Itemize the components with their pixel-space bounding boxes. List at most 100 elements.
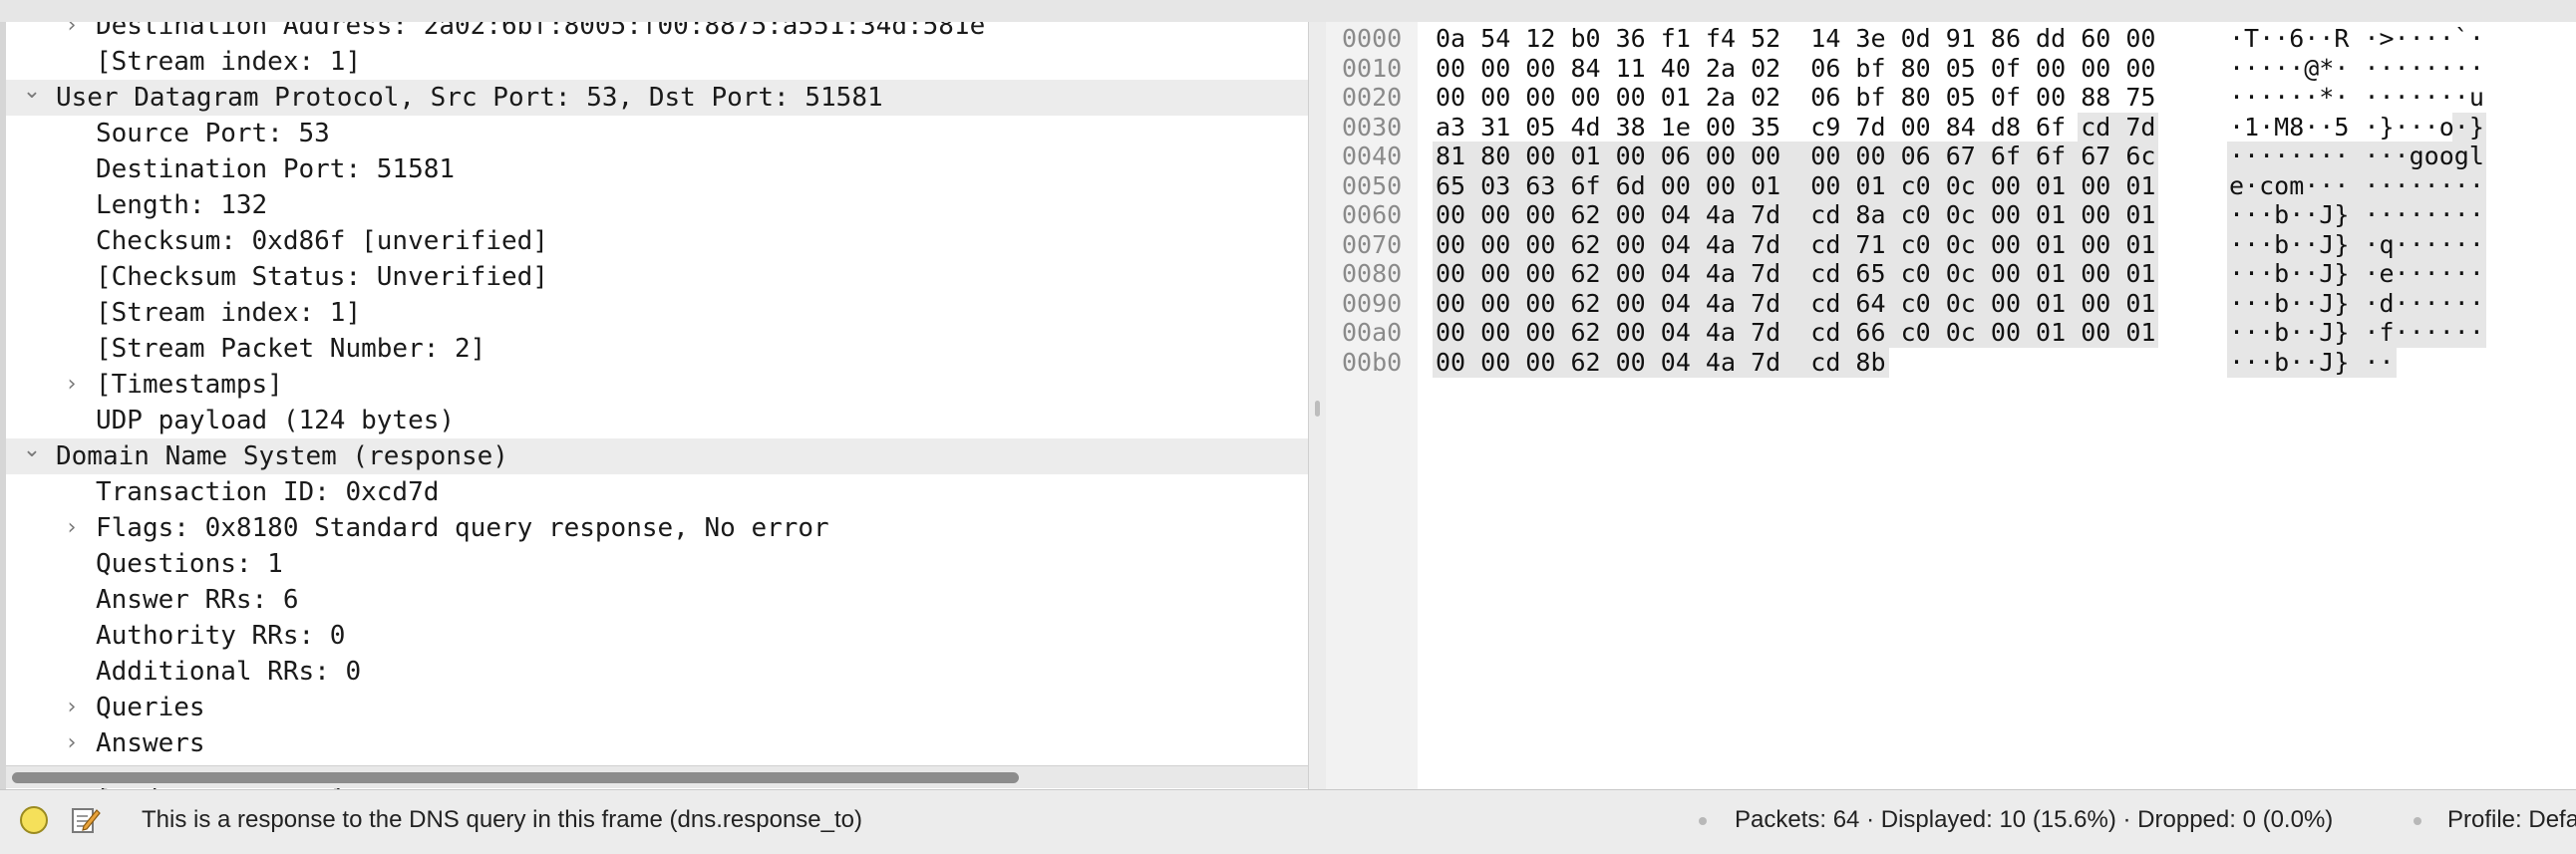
packet-counts: Packets: 64 · Displayed: 10 (15.6%) · Dr… xyxy=(1735,806,2334,833)
tree-field-row[interactable]: Additional RRs: 0 xyxy=(6,654,1308,690)
tree-field-row[interactable]: [Stream index: 1] xyxy=(6,295,1308,331)
tree-row-label: Additional RRs: 0 xyxy=(96,657,362,687)
byte-row[interactable]: 0000 0a 54 12 b0 36 f1 f4 52 14 3e 0d 91 … xyxy=(1326,24,2576,54)
packet-details-tree[interactable]: › Destination Address: 2a02:6bf:8005:f00:… xyxy=(6,22,1308,789)
profile-label[interactable]: Profile: Default xyxy=(2447,805,2576,835)
ascii-text: ·1·M8··5 ·}···o·} xyxy=(2229,112,2484,142)
expert-info-indicator-icon[interactable] xyxy=(20,806,48,834)
byte-offset: 0020 xyxy=(1342,83,1403,112)
tree-field-row[interactable]: › Queries xyxy=(6,690,1308,725)
tree-field-row[interactable]: Questions: 1 xyxy=(6,546,1308,582)
ascii-text: ···b··J} ········ xyxy=(2229,200,2484,229)
tree-row-label: [Checksum Status: Unverified] xyxy=(96,262,548,292)
wireshark-window: › Destination Address: 2a02:6bf:8005:f00:… xyxy=(0,0,2576,854)
byte-row[interactable]: 0030 a3 31 05 4d 38 1e 00 35 c9 7d 00 84 … xyxy=(1326,113,2576,142)
tree-field-row[interactable]: Checksum: 0xd86f [unverified] xyxy=(6,223,1308,259)
pane-splitter[interactable] xyxy=(1308,22,1328,789)
tree-field-row[interactable]: UDP payload (124 bytes) xyxy=(6,403,1308,438)
tree-field-row[interactable]: Authority RRs: 0 xyxy=(6,618,1308,654)
scrollbar-thumb[interactable] xyxy=(12,772,1019,783)
tree-field-row[interactable]: › Destination Address: 2a02:6bf:8005:f00:… xyxy=(6,22,1308,44)
byte-offset: 0070 xyxy=(1342,229,1403,259)
tree-field-row[interactable]: Answer RRs: 6 xyxy=(6,582,1308,618)
byte-row[interactable]: 0020 00 00 00 00 00 01 2a 02 06 bf 80 05 … xyxy=(1326,83,2576,113)
byte-offset: 0050 xyxy=(1342,170,1403,200)
chevron-down-icon[interactable]: ⌄ xyxy=(20,74,44,110)
pane-top-border xyxy=(0,0,2576,23)
ascii-text: ···b··J} ·e······ xyxy=(2229,259,2484,288)
hex-bytes: 00 00 00 62 00 04 4a 7d cd 66 c0 0c 00 0… xyxy=(1436,318,2156,347)
hex-bytes: 65 03 63 6f 6d 00 00 01 00 01 c0 0c 00 0… xyxy=(1436,170,2156,200)
chevron-right-icon[interactable]: › xyxy=(60,690,84,725)
details-horizontal-scrollbar[interactable] xyxy=(6,765,1308,788)
tree-row-label: Questions: 1 xyxy=(96,549,283,579)
byte-row[interactable]: 0090 00 00 00 62 00 04 4a 7d cd 64 c0 0c … xyxy=(1326,289,2576,319)
chevron-right-icon[interactable]: › xyxy=(60,22,84,44)
chevron-down-icon[interactable]: ⌄ xyxy=(20,432,44,468)
byte-row[interactable]: 00b0 00 00 00 62 00 04 4a 7d cd 8b ···b··J… xyxy=(1326,348,2576,378)
tree-row-label: Checksum: 0xd86f [unverified] xyxy=(96,226,548,256)
byte-row[interactable]: 0010 00 00 00 84 11 40 2a 02 06 bf 80 05 … xyxy=(1326,54,2576,84)
tree-row-label: [Stream index: 1] xyxy=(96,298,362,328)
chevron-right-icon[interactable]: › xyxy=(60,725,84,761)
hex-bytes: 00 00 00 84 11 40 2a 02 06 bf 80 05 0f 0… xyxy=(1436,53,2156,83)
tree-field-row[interactable]: Length: 132 xyxy=(6,187,1308,223)
byte-row[interactable]: 0040 81 80 00 01 00 06 00 00 00 00 06 67 … xyxy=(1326,142,2576,171)
tree-row-label: [Stream index: 1] xyxy=(96,47,362,77)
byte-row[interactable]: 0080 00 00 00 62 00 04 4a 7d cd 65 c0 0c … xyxy=(1326,259,2576,289)
tree-field-row[interactable]: › Flags: 0x8180 Standard query response, … xyxy=(6,510,1308,546)
hex-bytes: 00 00 00 62 00 04 4a 7d cd 71 c0 0c 00 0… xyxy=(1436,229,2156,259)
ascii-text: ·T··6··R ·>····`· xyxy=(2229,24,2484,53)
hex-bytes: 0a 54 12 b0 36 f1 f4 52 14 3e 0d 91 86 d… xyxy=(1436,24,2156,53)
byte-row[interactable]: 0050 65 03 63 6f 6d 00 00 01 00 01 c0 0c … xyxy=(1326,171,2576,201)
chevron-right-icon[interactable]: › xyxy=(60,367,84,403)
tree-row-label: [Timestamps] xyxy=(96,370,283,400)
byte-offset: 0040 xyxy=(1342,142,1403,170)
byte-row[interactable]: 0060 00 00 00 62 00 04 4a 7d cd 8a c0 0c … xyxy=(1326,200,2576,230)
tree-field-row[interactable]: Destination Port: 51581 xyxy=(6,151,1308,187)
tree-section-row[interactable]: ⌄ User Datagram Protocol, Src Port: 53, D… xyxy=(6,79,1308,116)
ascii-text: e·com··· ········ xyxy=(2229,170,2484,200)
tree-row-label: Flags: 0x8180 Standard query response, N… xyxy=(96,513,829,543)
tree-row-label: Domain Name System (response) xyxy=(56,441,508,471)
hex-bytes: 81 80 00 01 00 06 00 00 00 00 06 67 6f 6… xyxy=(1436,142,2156,170)
tree-row-label: Authority RRs: 0 xyxy=(96,621,346,651)
tree-field-row[interactable]: › [Timestamps] xyxy=(6,367,1308,403)
byte-row[interactable]: 0070 00 00 00 62 00 04 4a 7d cd 71 c0 0c … xyxy=(1326,230,2576,260)
ascii-text: ···b··J} ·· xyxy=(2229,347,2395,377)
tree-row-label: Answer RRs: 6 xyxy=(96,585,299,615)
status-separator xyxy=(2414,817,2421,825)
hex-bytes: a3 31 05 4d 38 1e 00 35 c9 7d 00 84 d8 6… xyxy=(1436,112,2156,142)
tree-row-label: Length: 132 xyxy=(96,190,268,220)
tree-row-label: Queries xyxy=(96,693,205,722)
ascii-text: ·····@*· ········ xyxy=(2229,53,2484,83)
byte-row[interactable]: 00a0 00 00 00 62 00 04 4a 7d cd 66 c0 0c … xyxy=(1326,318,2576,348)
tree-section-row[interactable]: ⌄ Domain Name System (response) xyxy=(6,437,1308,474)
byte-offset: 00a0 xyxy=(1342,318,1403,347)
tree-row-label: Source Port: 53 xyxy=(96,119,330,148)
packet-bytes-pane[interactable]: 0000 0a 54 12 b0 36 f1 f4 52 14 3e 0d 91 … xyxy=(1326,22,2576,789)
edit-comment-icon[interactable] xyxy=(70,804,102,836)
hex-bytes: 00 00 00 62 00 04 4a 7d cd 65 c0 0c 00 0… xyxy=(1436,259,2156,288)
byte-offset: 0010 xyxy=(1342,53,1403,83)
tree-field-row[interactable]: › Answers xyxy=(6,725,1308,761)
byte-offset: 0060 xyxy=(1342,200,1403,229)
hex-bytes: 00 00 00 62 00 04 4a 7d cd 8a c0 0c 00 0… xyxy=(1436,200,2156,229)
splitter-grip-icon[interactable] xyxy=(1315,401,1320,417)
tree-row-label: Transaction ID: 0xcd7d xyxy=(96,477,440,507)
tree-field-row[interactable]: Source Port: 53 xyxy=(6,116,1308,151)
byte-offset: 0080 xyxy=(1342,259,1403,288)
tree-field-row[interactable]: [Checksum Status: Unverified] xyxy=(6,259,1308,295)
ascii-text: ···b··J} ·f······ xyxy=(2229,318,2484,347)
hex-bytes: 00 00 00 00 00 01 2a 02 06 bf 80 05 0f 0… xyxy=(1436,83,2156,112)
hex-bytes: 00 00 00 62 00 04 4a 7d cd 64 c0 0c 00 0… xyxy=(1436,288,2156,318)
ascii-text: ···b··J} ·d······ xyxy=(2229,288,2484,318)
tree-field-row[interactable]: Transaction ID: 0xcd7d xyxy=(6,474,1308,510)
ascii-text: ······*· ·······u xyxy=(2229,83,2484,112)
tree-row-label: Destination Address: 2a02:6bf:8005:f00:8… xyxy=(96,22,986,41)
byte-offset: 00b0 xyxy=(1342,347,1403,377)
tree-field-row[interactable]: [Stream index: 1] xyxy=(6,44,1308,80)
status-message: This is a response to the DNS query in t… xyxy=(142,806,862,833)
tree-field-row[interactable]: [Stream Packet Number: 2] xyxy=(6,331,1308,367)
chevron-right-icon[interactable]: › xyxy=(60,510,84,546)
